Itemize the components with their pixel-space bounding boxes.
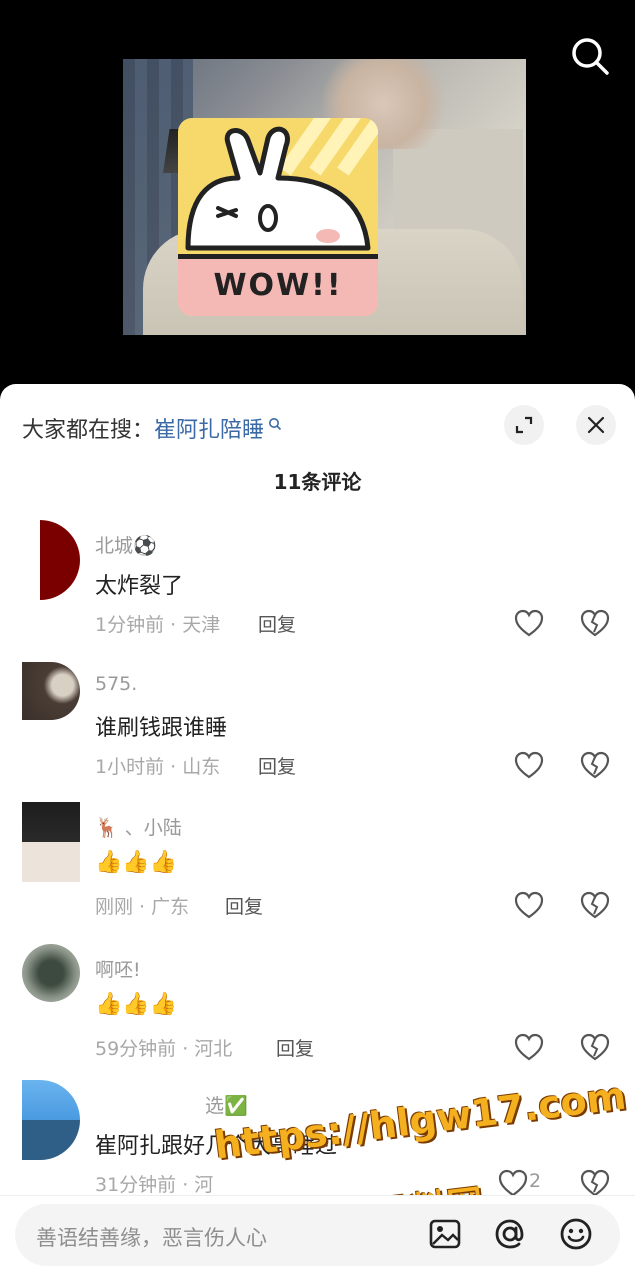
- broken-heart-icon: [580, 1169, 610, 1197]
- trending-search: 大家都在搜：崔阿扎陪睡: [22, 412, 282, 444]
- heart-icon: [514, 609, 544, 637]
- wow-sticker: WOW!!: [178, 118, 378, 316]
- trending-search-link[interactable]: 崔阿扎陪睡: [154, 418, 264, 443]
- comment-text: 👍👍👍: [95, 992, 178, 1017]
- avatar[interactable]: [22, 802, 80, 882]
- comment-username[interactable]: 🦌 、小陆: [95, 813, 182, 840]
- comment-item: 北城⚽ 太炸裂了 1分钟前 · 天津 回复: [0, 520, 635, 650]
- dislike-button[interactable]: [579, 1168, 611, 1198]
- expand-icon: [515, 416, 533, 434]
- comment-username[interactable]: 选✅: [205, 1091, 248, 1118]
- emoji-button[interactable]: [558, 1216, 594, 1252]
- like-button[interactable]: [513, 608, 545, 638]
- reply-button[interactable]: 回复: [276, 1034, 314, 1061]
- trending-search-label: 大家都在搜：: [22, 418, 155, 443]
- at-icon: [495, 1219, 524, 1249]
- reply-button[interactable]: 回复: [258, 610, 296, 637]
- reply-button[interactable]: 回复: [258, 752, 296, 779]
- emoji-icon: [560, 1218, 592, 1250]
- comment-meta: 1小时前 · 山东: [95, 756, 221, 778]
- dislike-button[interactable]: [579, 750, 611, 780]
- image-icon: [429, 1219, 461, 1249]
- comment-meta: 1分钟前 · 天津: [95, 614, 221, 636]
- like-button[interactable]: [513, 890, 545, 920]
- search-icon: [572, 38, 609, 75]
- like-count: 2: [529, 1170, 542, 1192]
- comment-text: 谁刷钱跟谁睡: [95, 716, 228, 741]
- comment-meta: 刚刚 · 广东: [95, 896, 190, 918]
- dislike-button[interactable]: [579, 1032, 611, 1062]
- broken-heart-icon: [580, 1033, 610, 1061]
- comment-text: 👍👍👍: [95, 850, 178, 875]
- search-icon: [268, 412, 282, 437]
- like-button[interactable]: [513, 750, 545, 780]
- comment-item: 575. 谁刷钱跟谁睡 1小时前 · 山东 回复: [0, 662, 635, 792]
- heart-icon: [514, 891, 544, 919]
- search-button[interactable]: [568, 34, 612, 78]
- dislike-button[interactable]: [579, 608, 611, 638]
- avatar[interactable]: [22, 944, 80, 1002]
- comment-meta: 31分钟前 · 河: [95, 1174, 214, 1196]
- sticker-text: WOW!!: [213, 268, 343, 303]
- comment-input-bar: 善语结善缘，恶言伤人心: [0, 1195, 635, 1280]
- avatar[interactable]: [22, 1080, 80, 1160]
- rabbit-icon: [185, 126, 371, 251]
- comment-item: 🦌 、小陆 👍👍👍 刚刚 · 广东 回复: [0, 802, 635, 932]
- comment-meta: 59分钟前 · 河北: [95, 1038, 233, 1060]
- close-button[interactable]: [576, 405, 616, 445]
- heart-icon: [514, 1033, 544, 1061]
- broken-heart-icon: [580, 609, 610, 637]
- heart-icon: [498, 1169, 528, 1197]
- mention-button[interactable]: [492, 1216, 528, 1252]
- comment-username[interactable]: 北城⚽: [95, 531, 157, 558]
- like-button[interactable]: [497, 1168, 529, 1198]
- comment-item: 啊呸! 👍👍👍 59分钟前 · 河北 回复: [0, 944, 635, 1074]
- reply-button[interactable]: 回复: [225, 892, 263, 919]
- avatar[interactable]: [22, 520, 80, 600]
- video-area[interactable]: WOW!!: [0, 0, 635, 390]
- expand-button[interactable]: [504, 405, 544, 445]
- heart-icon: [514, 751, 544, 779]
- comment-input[interactable]: 善语结善缘，恶言伤人心: [15, 1204, 620, 1266]
- broken-heart-icon: [580, 891, 610, 919]
- image-button[interactable]: [427, 1216, 463, 1252]
- comment-text: 太炸裂了: [95, 574, 184, 599]
- comment-count: 11条评论: [273, 470, 362, 494]
- close-icon: [587, 416, 605, 434]
- avatar[interactable]: [22, 662, 80, 720]
- comment-input-placeholder: 善语结善缘，恶言伤人心: [36, 1226, 267, 1250]
- comment-username[interactable]: 575.: [95, 673, 137, 695]
- like-button[interactable]: [513, 1032, 545, 1062]
- comment-username[interactable]: 啊呸!: [95, 955, 141, 982]
- dislike-button[interactable]: [579, 890, 611, 920]
- broken-heart-icon: [580, 751, 610, 779]
